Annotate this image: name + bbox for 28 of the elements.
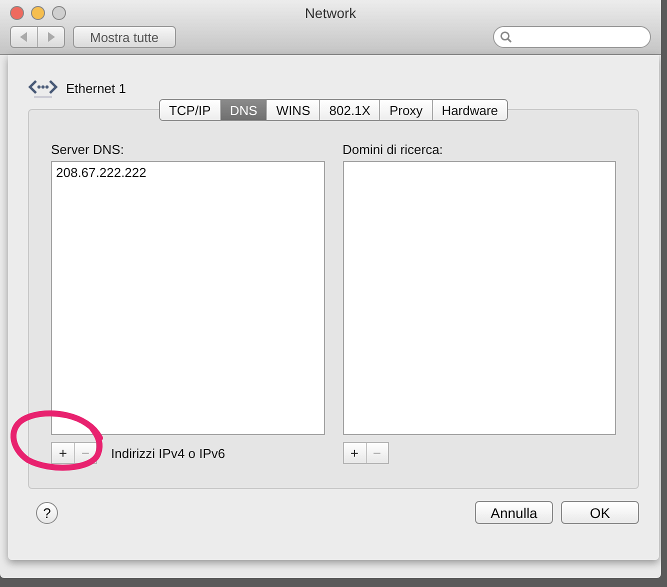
tab[interactable]: 802.1X [319, 100, 380, 120]
dialog-button[interactable]: OK [561, 501, 639, 524]
list-label: Domini di ricerca: [342, 142, 444, 157]
back-forward-control[interactable] [10, 26, 65, 48]
list-entry[interactable]: 208.67.222.222 [56, 165, 320, 180]
add-button[interactable]: + [344, 443, 366, 463]
search-icon [500, 31, 512, 43]
tab[interactable]: Hardware [432, 100, 508, 120]
close-icon[interactable] [10, 6, 24, 20]
tab[interactable]: TCP/IP [160, 100, 220, 120]
service-name: Ethernet 1 [66, 80, 126, 96]
search-field[interactable] [493, 26, 651, 48]
minimize-icon[interactable] [31, 6, 45, 20]
tab[interactable]: DNS [220, 100, 266, 120]
show-all-button[interactable]: Mostra tutte [73, 26, 176, 48]
tab[interactable]: Proxy [379, 100, 432, 120]
list-label: Server DNS: [51, 142, 125, 157]
help-button[interactable]: ? [36, 502, 58, 524]
dialog-button[interactable]: Annulla [475, 501, 553, 524]
list-box[interactable]: 208.67.222.222 [51, 161, 324, 435]
hint-text: Indirizzi IPv4 o IPv6 [111, 446, 226, 460]
tab[interactable]: WINS [266, 100, 320, 120]
forward-icon[interactable] [47, 32, 55, 42]
ethernet-icon [28, 77, 58, 99]
back-icon[interactable] [20, 32, 28, 42]
window-title: Network [304, 5, 358, 21]
zoom-icon[interactable] [52, 6, 66, 20]
add-button[interactable]: + [52, 443, 74, 463]
